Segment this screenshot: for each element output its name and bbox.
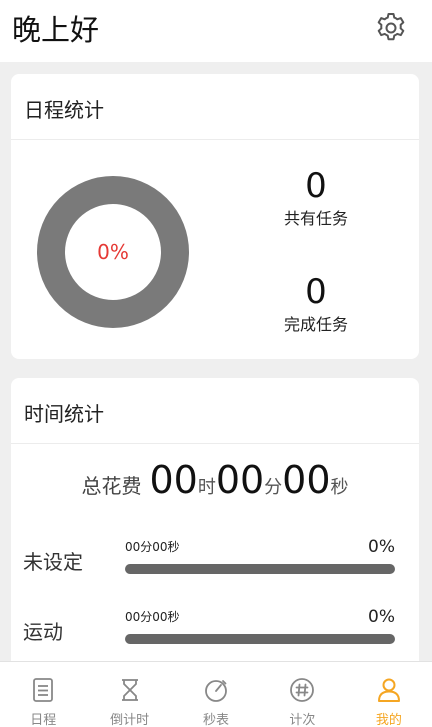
header: 晚上好 (0, 0, 432, 62)
category-progress-bar (125, 564, 395, 574)
category-percent: 0% (368, 607, 395, 627)
divider (11, 443, 419, 444)
category-row[interactable]: 运动 00分00秒 0% (11, 606, 419, 666)
seconds-unit: 秒 (330, 477, 349, 498)
user-icon (377, 678, 400, 702)
divider (11, 139, 419, 140)
category-name: 运动 (23, 620, 63, 644)
tab-label: 倒计时 (110, 713, 150, 727)
bottom-tab-bar: 日程 倒计时 秒表 计次 我的 (0, 661, 432, 727)
tab-label: 日程 (30, 713, 57, 727)
hourglass-icon (121, 679, 138, 701)
tab-label: 我的 (375, 713, 402, 727)
total-tasks-value: 0 (305, 166, 327, 206)
schedule-stats-title: 日程统计 (24, 98, 104, 122)
completed-tasks-stat: 0 完成任务 (261, 272, 371, 336)
stopwatch-icon (205, 680, 227, 702)
total-time-label: 总花费 (81, 474, 142, 498)
category-name: 未设定 (23, 550, 83, 574)
category-percent: 0% (368, 537, 395, 557)
gear-icon[interactable] (373, 10, 409, 46)
completed-tasks-label: 完成任务 (283, 315, 348, 334)
completion-percent: 0% (97, 240, 129, 264)
category-progress-bar (125, 634, 395, 644)
hours-unit: 时 (197, 477, 216, 498)
hours-value: 00 (149, 458, 198, 502)
total-time-row: 总花费 00时00分00秒 (11, 458, 419, 502)
seconds-value: 00 (282, 458, 331, 502)
document-icon (33, 678, 54, 702)
minutes-value: 00 (215, 458, 265, 502)
minutes-unit: 分 (264, 477, 283, 498)
time-stats-card: 时间统计 总花费 00时00分00秒 未设定 00分00秒 0% 运动 00分00… (11, 378, 419, 678)
tab-schedule[interactable]: 日程 (0, 662, 86, 727)
schedule-stats-card: 日程统计 0% 0 共有任务 0 完成任务 (11, 74, 419, 359)
tab-counter[interactable]: 计次 (259, 662, 345, 727)
completed-tasks-value: 0 (305, 272, 327, 312)
category-time: 00分00秒 (125, 540, 180, 554)
tab-label: 计次 (289, 713, 316, 727)
tab-stopwatch[interactable]: 秒表 (173, 662, 259, 727)
tab-label: 秒表 (203, 713, 230, 727)
category-time: 00分00秒 (125, 610, 180, 624)
tab-countdown[interactable]: 倒计时 (86, 662, 172, 727)
tab-mine[interactable]: 我的 (346, 662, 432, 727)
greeting-title: 晚上好 (12, 13, 100, 47)
category-row[interactable]: 未设定 00分00秒 0% (11, 536, 419, 596)
total-tasks-label: 共有任务 (283, 209, 348, 228)
total-tasks-stat: 0 共有任务 (261, 166, 371, 230)
time-stats-title: 时间统计 (24, 402, 104, 426)
hash-counter-icon (290, 678, 315, 702)
